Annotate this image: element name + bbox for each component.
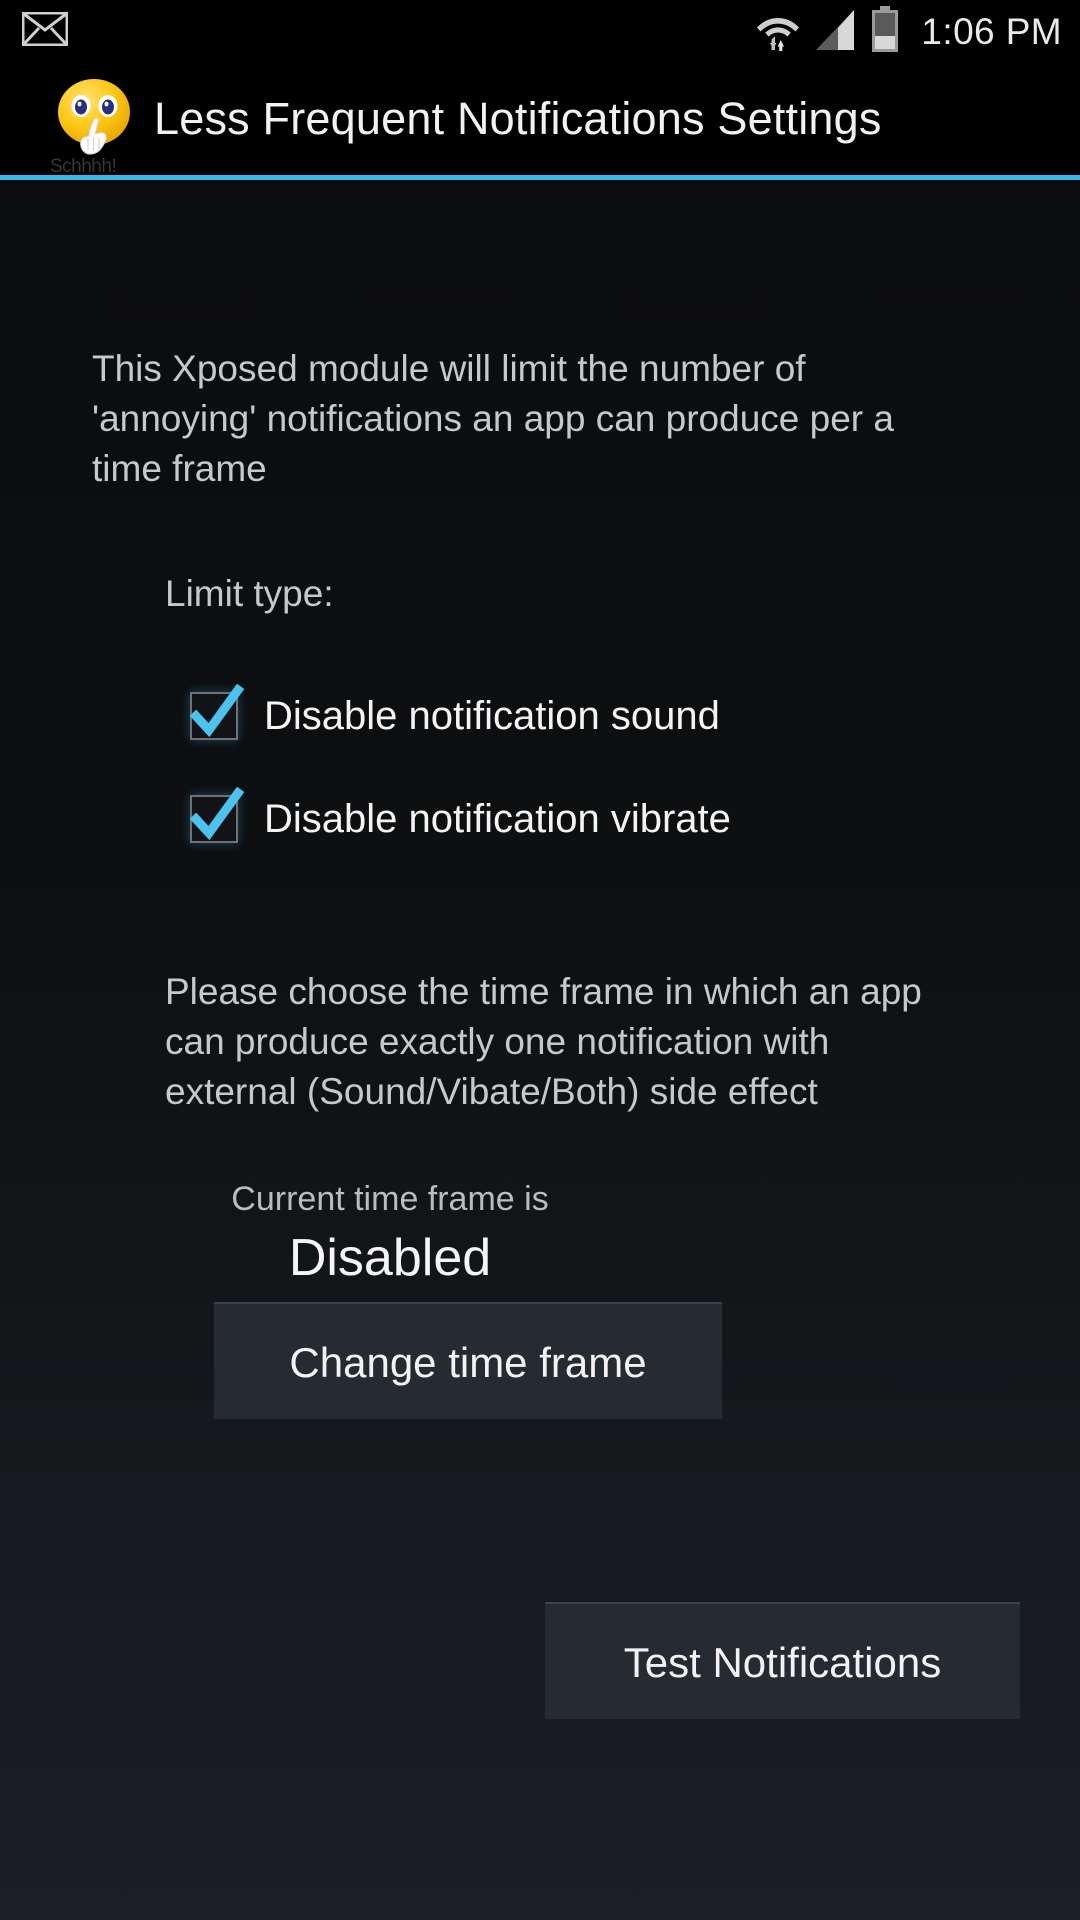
battery-icon	[870, 5, 900, 57]
checkbox-disable-vibrate[interactable]	[189, 787, 245, 843]
current-time-frame-value: Disabled	[288, 1229, 492, 1287]
time-frame-description: Please choose the time frame in which an…	[165, 971, 922, 1112]
status-bar-clock: 1:06 PM	[921, 10, 1062, 52]
checkbox-label-disable-sound: Disable notification sound	[264, 694, 720, 738]
checkbox-row-disable-sound[interactable]: Disable notification sound	[189, 684, 720, 740]
checkbox-label-disable-vibrate: Disable notification vibrate	[264, 797, 731, 841]
status-bar: 1:06 PM	[0, 0, 1080, 62]
checkbox-row-disable-vibrate[interactable]: Disable notification vibrate	[189, 787, 731, 843]
settings-content: This Xposed module will limit the number…	[0, 180, 1080, 1920]
change-time-frame-button[interactable]: Change time frame	[214, 1302, 722, 1419]
wifi-icon	[754, 5, 802, 58]
app-icon: Schhhh!	[48, 72, 140, 177]
page-title: Less Frequent Notifications Settings	[154, 93, 882, 144]
limit-type-label: Limit type:	[165, 573, 334, 614]
intro-text: This Xposed module will limit the number…	[92, 348, 894, 489]
title-bar: Schhhh! Less Frequent Notifications Sett…	[0, 62, 1080, 177]
test-notifications-button[interactable]: Test Notifications	[545, 1602, 1020, 1719]
envelope-icon	[21, 11, 69, 51]
cellular-signal-icon	[814, 6, 858, 57]
status-bar-left	[21, 11, 69, 51]
checkbox-disable-sound[interactable]	[189, 684, 245, 740]
current-time-frame-label: Current time frame is	[231, 1180, 549, 1218]
shush-smiley-icon	[48, 72, 140, 165]
status-bar-right: 1:06 PM	[754, 5, 1062, 58]
app-icon-caption: Schhhh!	[50, 155, 117, 177]
